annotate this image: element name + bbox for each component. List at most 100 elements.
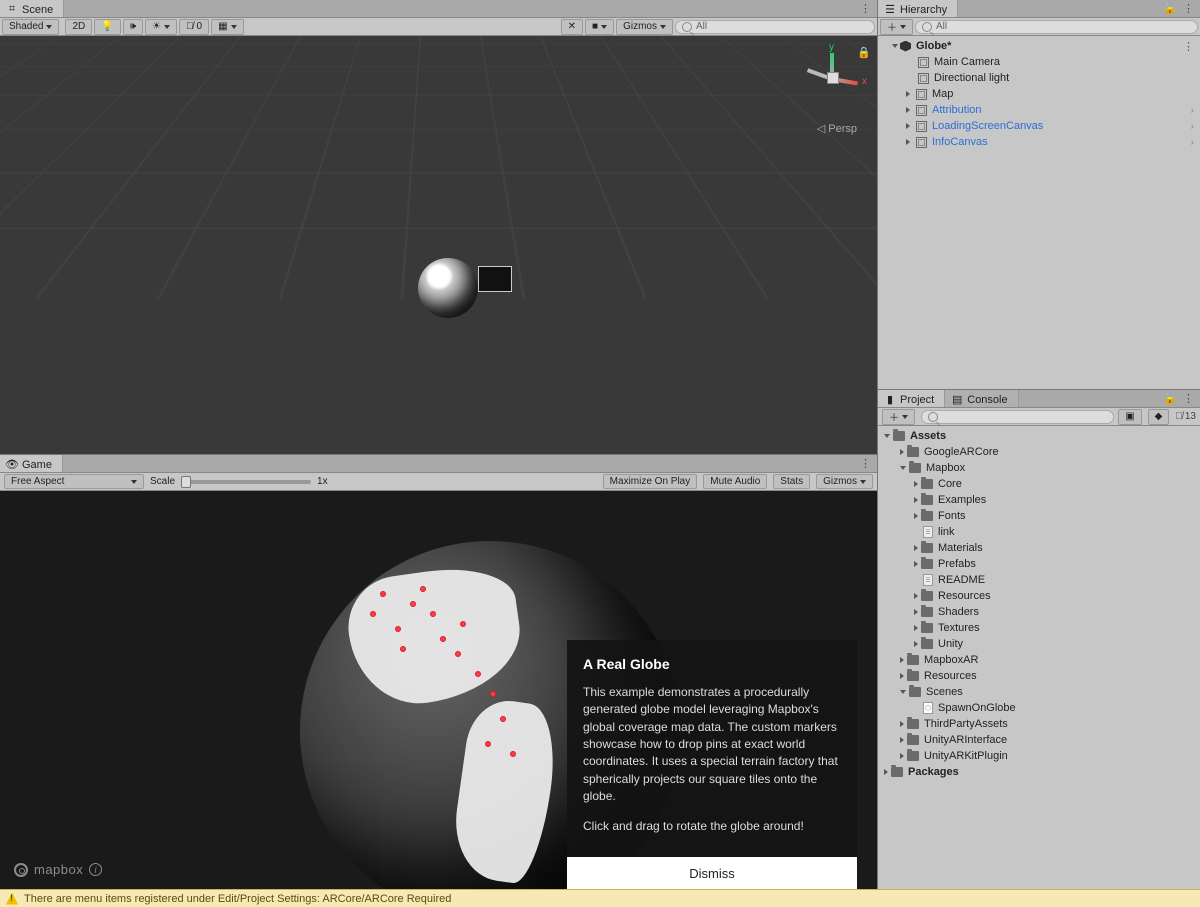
status-bar[interactable]: There are menu items registered under Ed…: [0, 889, 1200, 907]
expand-toggle-icon[interactable]: [914, 481, 918, 487]
aspect-dropdown[interactable]: Free Aspect: [4, 474, 144, 489]
project-item-prefabs[interactable]: Prefabs: [878, 556, 1200, 572]
expand-toggle-icon[interactable]: [914, 497, 918, 503]
scene-search-input[interactable]: All: [675, 20, 875, 34]
project-item-unityarkitplugin[interactable]: UnityARKitPlugin: [878, 748, 1200, 764]
scene-viewport[interactable]: x y 🔒 ◁ Persp: [0, 36, 877, 454]
expand-toggle-icon[interactable]: [900, 690, 906, 694]
expand-toggle-icon[interactable]: [900, 657, 904, 663]
project-tree[interactable]: Assets GoogleARCoreMapboxCoreExamplesFon…: [878, 426, 1200, 889]
slider-knob[interactable]: [181, 476, 191, 488]
project-item-mapboxar[interactable]: MapboxAR: [878, 652, 1200, 668]
expand-toggle-icon[interactable]: [900, 673, 904, 679]
expand-toggle-icon[interactable]: [914, 641, 918, 647]
expand-toggle-icon[interactable]: [914, 513, 918, 519]
effects-dropdown-icon[interactable]: ☀: [145, 19, 177, 35]
scene-globe-object[interactable]: [418, 258, 478, 318]
2d-toggle[interactable]: 2D: [65, 19, 92, 35]
project-item-googlearcore[interactable]: GoogleARCore: [878, 444, 1200, 460]
console-tab[interactable]: ▤Console: [945, 390, 1018, 407]
mute-audio-toggle[interactable]: Mute Audio: [703, 474, 767, 489]
project-create-dropdown[interactable]: ＋: [882, 409, 915, 425]
shading-mode-dropdown[interactable]: Shaded: [2, 19, 59, 35]
project-item-examples[interactable]: Examples: [878, 492, 1200, 508]
expand-toggle-icon[interactable]: [900, 449, 904, 455]
expand-toggle-icon[interactable]: [906, 91, 910, 97]
scene-tab-menu-icon[interactable]: ⋮: [860, 2, 871, 15]
game-gizmos-dropdown[interactable]: Gizmos: [816, 474, 873, 489]
expand-toggle-icon[interactable]: [884, 769, 888, 775]
scene-tab[interactable]: ⌗ Scene: [0, 0, 64, 17]
assets-root[interactable]: Assets: [878, 428, 1200, 444]
info-icon[interactable]: i: [89, 863, 102, 876]
gizmos-dropdown[interactable]: Gizmos: [616, 19, 673, 35]
scene-quad-object[interactable]: [478, 266, 512, 292]
scale-slider[interactable]: [181, 480, 311, 484]
expand-toggle-icon[interactable]: [914, 545, 918, 551]
dismiss-button[interactable]: Dismiss: [567, 857, 857, 889]
project-item-textures[interactable]: Textures: [878, 620, 1200, 636]
expand-toggle-icon[interactable]: [914, 625, 918, 631]
audio-toggle-icon[interactable]: 🕪: [123, 19, 143, 35]
lighting-toggle-icon[interactable]: 💡: [94, 19, 120, 35]
expand-toggle-icon[interactable]: [914, 609, 918, 615]
expand-toggle-icon[interactable]: [884, 434, 890, 438]
gizmo-lock-icon[interactable]: 🔒: [857, 46, 871, 59]
expand-toggle-icon[interactable]: [900, 737, 904, 743]
project-item-fonts[interactable]: Fonts: [878, 508, 1200, 524]
expand-toggle-icon[interactable]: [892, 44, 898, 48]
project-item-resources[interactable]: Resources: [878, 668, 1200, 684]
search-by-label-icon[interactable]: ◆: [1148, 409, 1170, 425]
expand-toggle-icon[interactable]: [906, 107, 910, 113]
project-item-mapbox[interactable]: Mapbox: [878, 460, 1200, 476]
hierarchy-item-loadingscreencanvas[interactable]: LoadingScreenCanvas›: [878, 118, 1200, 134]
project-item-spawnonglobe[interactable]: ⬡SpawnOnGlobe: [878, 700, 1200, 716]
project-item-thirdpartyassets[interactable]: ThirdPartyAssets: [878, 716, 1200, 732]
hierarchy-tree[interactable]: Globe* ⋮ Main CameraDirectional lightMap…: [878, 36, 1200, 389]
project-search-input[interactable]: [921, 410, 1114, 424]
game-viewport[interactable]: A Real Globe This example demonstrates a…: [0, 491, 877, 889]
packages-root[interactable]: Packages: [878, 764, 1200, 780]
project-item-link[interactable]: link: [878, 524, 1200, 540]
hierarchy-lock-icon[interactable]: 🔓: [1163, 2, 1177, 15]
expand-toggle-icon[interactable]: [900, 721, 904, 727]
expand-toggle-icon[interactable]: [900, 753, 904, 759]
expand-toggle-icon[interactable]: [906, 123, 910, 129]
game-tab-menu-icon[interactable]: ⋮: [860, 457, 871, 470]
hierarchy-tab[interactable]: ☰ Hierarchy: [878, 0, 958, 17]
project-lock-icon[interactable]: 🔓: [1163, 392, 1177, 405]
expand-toggle-icon[interactable]: [900, 466, 906, 470]
hierarchy-item-infocanvas[interactable]: InfoCanvas›: [878, 134, 1200, 150]
project-item-unity[interactable]: Unity: [878, 636, 1200, 652]
project-item-materials[interactable]: Materials: [878, 540, 1200, 556]
projection-label[interactable]: ◁ Persp: [817, 122, 857, 135]
project-item-unityarinterface[interactable]: UnityARInterface: [878, 732, 1200, 748]
hierarchy-search-input[interactable]: All: [915, 20, 1198, 34]
expand-toggle-icon[interactable]: [914, 593, 918, 599]
grid-dropdown-icon[interactable]: ▦: [211, 19, 243, 35]
hierarchy-item-directional-light[interactable]: Directional light: [878, 70, 1200, 86]
game-tab[interactable]: 👁 Game: [0, 455, 63, 472]
project-item-readme[interactable]: README: [878, 572, 1200, 588]
camera-dropdown-icon[interactable]: ■: [585, 19, 614, 35]
gizmo-cube[interactable]: [827, 72, 839, 84]
project-item-shaders[interactable]: Shaders: [878, 604, 1200, 620]
project-tab[interactable]: ▮Project: [878, 390, 945, 407]
expand-toggle-icon[interactable]: [906, 139, 910, 145]
expand-toggle-icon[interactable]: [914, 561, 918, 567]
search-by-type-icon[interactable]: ▣: [1118, 409, 1141, 425]
hierarchy-scene-row[interactable]: Globe* ⋮: [878, 38, 1200, 54]
hierarchy-item-attribution[interactable]: Attribution›: [878, 102, 1200, 118]
hidden-items-count[interactable]: 👁̸13: [1175, 411, 1196, 422]
tools-icon[interactable]: ✕: [561, 19, 583, 35]
hidden-objects-toggle[interactable]: 👁̸0: [179, 19, 209, 35]
project-item-core[interactable]: Core: [878, 476, 1200, 492]
project-menu-icon[interactable]: ⋮: [1183, 392, 1194, 405]
project-item-scenes[interactable]: Scenes: [878, 684, 1200, 700]
project-item-resources[interactable]: Resources: [878, 588, 1200, 604]
scene-menu-icon[interactable]: ⋮: [1183, 40, 1194, 53]
maximize-on-play-toggle[interactable]: Maximize On Play: [603, 474, 698, 489]
hierarchy-menu-icon[interactable]: ⋮: [1183, 2, 1194, 15]
hierarchy-item-main-camera[interactable]: Main Camera: [878, 54, 1200, 70]
stats-toggle[interactable]: Stats: [773, 474, 810, 489]
